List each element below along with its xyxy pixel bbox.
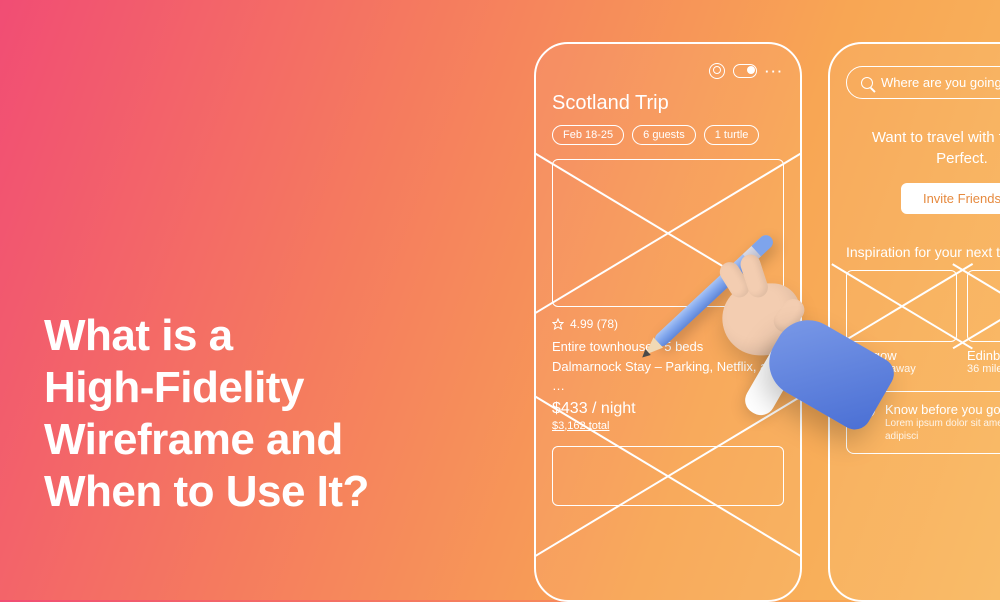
avatar-icon[interactable] (709, 63, 725, 79)
search-input[interactable]: Where are you going? (846, 66, 1000, 99)
page-headline: What is aHigh-FidelityWireframe andWhen … (44, 310, 369, 518)
city-image-placeholder (967, 270, 1000, 342)
chip-dates[interactable]: Feb 18-25 (552, 125, 624, 145)
rating-value: 4.99 (78) (570, 317, 618, 331)
more-icon[interactable]: ··· (765, 64, 784, 79)
friends-text: Want to travel with friends? Perfect. (846, 127, 1000, 169)
inspiration-label: Inspiration for your next trip (846, 244, 1000, 260)
search-placeholder: Where are you going? (881, 75, 1000, 90)
city-distance: 36 miles away (967, 363, 1000, 375)
filter-chips: Feb 18-25 6 guests 1 turtle (552, 125, 784, 145)
invite-friends-button[interactable]: Invite Friends (901, 183, 1000, 214)
trip-title: Scotland Trip (552, 92, 784, 115)
listing-image-placeholder-2[interactable] (552, 446, 784, 506)
star-icon (552, 318, 564, 330)
chip-pets[interactable]: 1 turtle (704, 125, 760, 145)
info-title: Know before you go (885, 402, 1000, 417)
city-name: Edinburgh (967, 348, 1000, 363)
phone-topbar: ··· (552, 60, 784, 82)
phone-search: Where are you going? Want to travel with… (828, 42, 1000, 602)
city-card[interactable]: Edinburgh 36 miles away (967, 270, 1000, 375)
city-image-placeholder (846, 270, 957, 342)
info-subtitle: Lorem ipsum dolor sit amet, consectetur … (885, 417, 1000, 443)
search-icon (861, 77, 873, 89)
toggle-switch[interactable] (733, 64, 757, 78)
chip-guests[interactable]: 6 guests (632, 125, 696, 145)
friends-block: Want to travel with friends? Perfect. In… (846, 127, 1000, 214)
